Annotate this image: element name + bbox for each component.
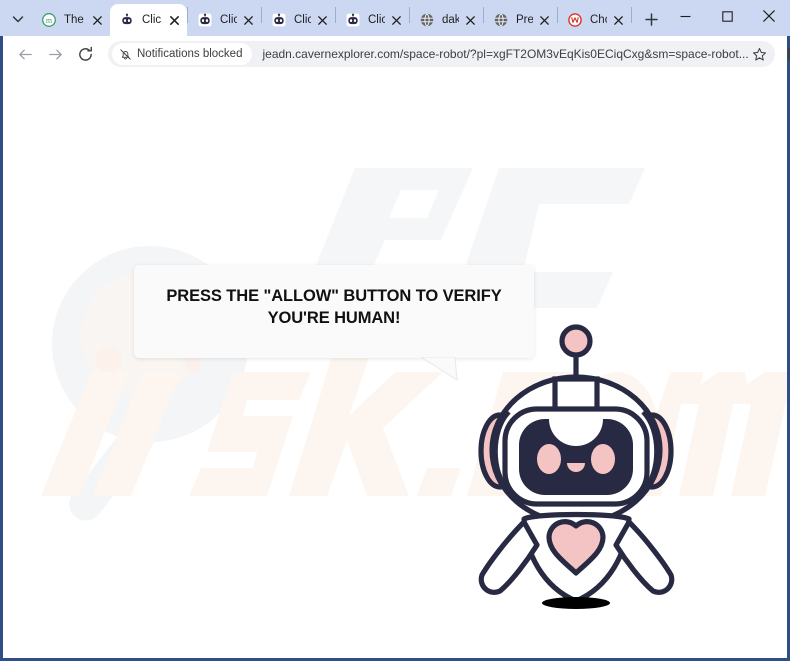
ground-shadow xyxy=(542,597,610,609)
tab-search-button[interactable] xyxy=(4,5,32,33)
tab-label: dak xyxy=(442,14,459,26)
robot-icon xyxy=(271,12,287,28)
back-button[interactable] xyxy=(10,39,40,69)
chevron-down-icon xyxy=(12,16,24,23)
tab-pres[interactable]: Pres xyxy=(484,4,557,36)
new-tab-button[interactable] xyxy=(638,6,664,32)
tab-label: Cho xyxy=(590,14,607,26)
green-m-icon: m xyxy=(41,12,57,28)
window-controls xyxy=(664,0,790,36)
robot-icon xyxy=(119,12,135,28)
close-window-button[interactable] xyxy=(748,0,790,32)
tab-close-button[interactable] xyxy=(165,11,183,29)
plus-icon xyxy=(644,12,658,26)
tab-label: Clic xyxy=(294,14,311,26)
reload-icon xyxy=(78,46,92,61)
minimize-button[interactable] xyxy=(664,0,706,32)
tab-strip: m The Clic Clic Clic Clic dak Pre Ch xyxy=(0,0,790,36)
tab-clic-active[interactable]: Clic xyxy=(110,4,187,36)
tab-close-button[interactable] xyxy=(313,11,331,29)
forward-button[interactable] xyxy=(40,39,70,69)
left-eye xyxy=(537,444,561,474)
maximize-button[interactable] xyxy=(706,0,748,32)
globe-icon xyxy=(493,12,509,28)
tab-clic-4[interactable]: Clic xyxy=(336,4,409,36)
tab-label: Clic xyxy=(142,14,162,26)
red-circle-icon xyxy=(567,12,583,28)
tab-label: Pres xyxy=(516,14,533,26)
tab-close-button[interactable] xyxy=(535,11,553,29)
tab-clic-2[interactable]: Clic xyxy=(188,4,261,36)
browser-window: m The Clic Clic Clic Clic dak Pre Ch Not… xyxy=(0,0,790,661)
notifications-chip-label: Notifications blocked xyxy=(137,48,243,60)
space-robot-mascot xyxy=(478,324,675,609)
tab-close-button[interactable] xyxy=(609,11,627,29)
left-arm xyxy=(478,519,540,595)
tab-label: The xyxy=(64,14,84,26)
reload-button[interactable] xyxy=(70,39,100,69)
tab-label: Clic xyxy=(368,14,385,26)
robot-icon xyxy=(197,12,213,28)
tab-cho[interactable]: Cho xyxy=(558,4,631,36)
url-text[interactable]: jeadn.cavernexplorer.com/space-robot/?pl… xyxy=(262,47,748,61)
side-panel-button[interactable] xyxy=(781,40,790,68)
tab-dak[interactable]: dak xyxy=(410,4,483,36)
robot-icon xyxy=(345,12,361,28)
tab-separator xyxy=(631,6,632,23)
right-arm xyxy=(613,519,675,595)
tab-close-button[interactable] xyxy=(461,11,479,29)
tab-close-button[interactable] xyxy=(88,11,106,29)
bubble-line-2: YOU'RE HUMAN! xyxy=(267,308,401,327)
speech-bubble-text: PRESS THE "ALLOW" BUTTON TO VERIFY YOU'R… xyxy=(154,286,513,330)
right-eye xyxy=(591,444,615,474)
tab-label: Clic xyxy=(220,14,237,26)
browser-toolbar: Notifications blocked jeadn.cavernexplor… xyxy=(3,36,790,72)
address-bar[interactable]: Notifications blocked jeadn.cavernexplor… xyxy=(108,41,775,67)
bell-blocked-icon xyxy=(120,48,131,60)
back-arrow-icon xyxy=(18,48,32,60)
tab-close-button[interactable] xyxy=(239,11,257,29)
page-content: PRESS THE "ALLOW" BUTTON TO VERIFY YOU'R… xyxy=(3,72,787,658)
bookmark-star-button[interactable] xyxy=(749,43,771,65)
forward-arrow-icon xyxy=(48,48,62,60)
tab-clic-3[interactable]: Clic xyxy=(262,4,335,36)
bubble-line-1: PRESS THE "ALLOW" BUTTON TO VERIFY xyxy=(166,286,502,305)
svg-text:m: m xyxy=(46,16,53,25)
star-icon xyxy=(753,47,767,61)
globe-icon xyxy=(419,12,435,28)
tab-close-button[interactable] xyxy=(387,11,405,29)
notifications-blocked-chip[interactable]: Notifications blocked xyxy=(112,43,253,65)
speech-bubble-tail xyxy=(421,357,458,381)
antenna-ball xyxy=(559,324,593,358)
tab-the[interactable]: m The xyxy=(32,4,110,36)
